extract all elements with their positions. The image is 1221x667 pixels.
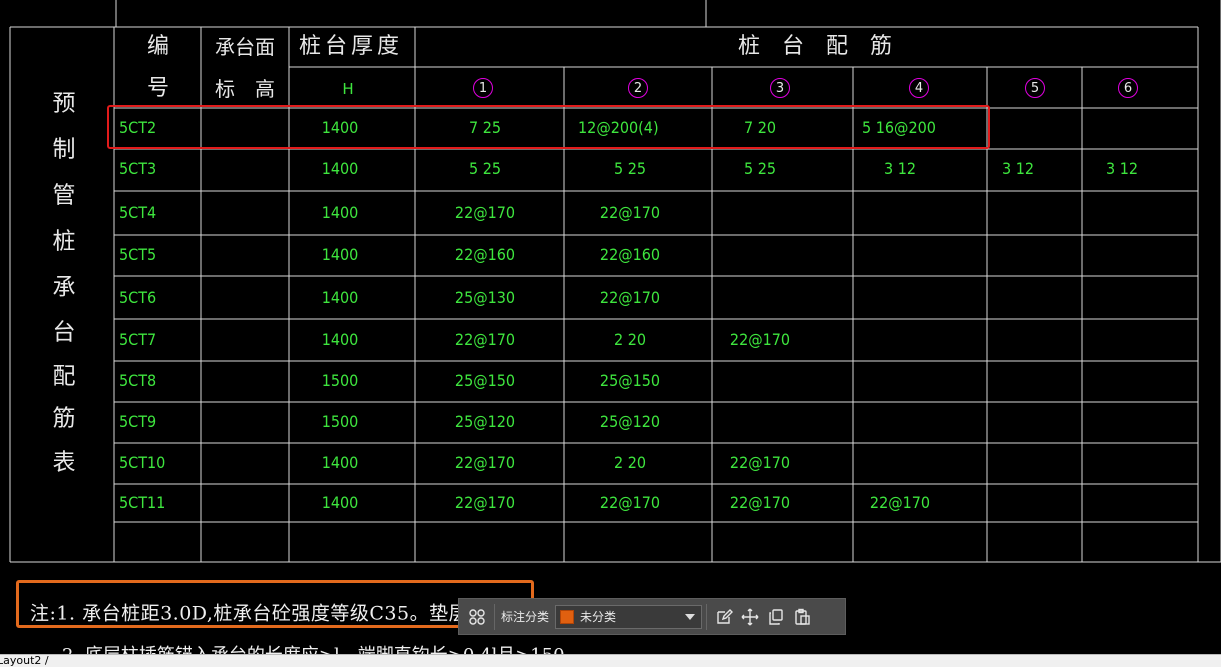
- header-elevation-bottom: 标 高: [215, 77, 275, 101]
- cell-thickness: 1400: [321, 159, 359, 178]
- cell-rebar-2: 22@160: [599, 245, 661, 264]
- rebar-number-1: 1: [473, 78, 493, 98]
- toolbar-separator: [706, 603, 708, 630]
- side-title-char: 承: [52, 274, 76, 301]
- cell-rebar-1: 25@120: [454, 412, 516, 431]
- cell-id: 5CT6: [119, 288, 157, 307]
- status-bar: Layout2 /: [0, 654, 1221, 667]
- cell-id: 5CT9: [119, 412, 157, 431]
- cell-id: 5CT10: [119, 453, 166, 472]
- cell-rebar-2: 22@170: [599, 203, 661, 222]
- cell-rebar-2: 2 20: [613, 453, 647, 472]
- cell-rebar-2: 22@170: [599, 288, 661, 307]
- side-title-char: 管: [52, 182, 76, 209]
- cell-thickness: 1400: [321, 493, 359, 512]
- rebar-number-2: 2: [628, 78, 648, 98]
- cell-rebar-2: 25@150: [599, 371, 661, 390]
- header-thickness: 桩台厚度: [298, 34, 404, 59]
- cell-rebar-3: 5 25: [743, 159, 777, 178]
- cell-thickness: 1400: [321, 203, 359, 222]
- cell-id: 5CT11: [119, 493, 166, 512]
- side-title-char: 筋: [52, 405, 76, 432]
- cell-thickness: 1400: [321, 330, 359, 349]
- header-thickness-h: H: [342, 80, 354, 98]
- annotation-category-value: 未分类: [580, 610, 617, 624]
- chevron-down-icon: [685, 613, 696, 620]
- rebar-number-3: 3: [770, 78, 790, 98]
- cad-canvas[interactable]: 预 制 管 桩 承 台 配 筋 表 编 号 承台面 标 高 桩台厚度 H 桩 台…: [0, 0, 1221, 667]
- edit-icon[interactable]: [711, 604, 737, 630]
- side-title-char: 表: [52, 449, 76, 476]
- cell-id: 5CT8: [119, 371, 157, 390]
- side-title-char: 配: [52, 363, 76, 390]
- cell-rebar-6: 3 12: [1106, 159, 1139, 178]
- selection-highlight-box: [107, 105, 990, 149]
- cell-rebar-1: 5 25: [468, 159, 502, 178]
- side-title-char: 台: [52, 319, 76, 346]
- header-id-bottom: 号: [146, 76, 170, 101]
- cell-thickness: 1400: [321, 453, 359, 472]
- cell-id: 5CT5: [119, 245, 157, 264]
- cell-rebar-3: 22@170: [729, 453, 791, 472]
- cell-rebar-1: 25@130: [454, 288, 516, 307]
- cell-thickness: 1400: [321, 288, 359, 307]
- annotation-toolbar: 标注分类 未分类: [458, 598, 846, 635]
- cell-rebar-1: 22@170: [454, 493, 516, 512]
- cell-rebar-1: 22@170: [454, 203, 516, 222]
- header-rebar: 桩 台 配 筋: [737, 34, 893, 59]
- toolbar-separator: [494, 603, 495, 630]
- cell-rebar-2: 2 20: [613, 330, 647, 349]
- cell-rebar-3: 22@170: [729, 493, 791, 512]
- header-id-top: 编: [146, 34, 170, 59]
- cell-rebar-3: 22@170: [729, 330, 791, 349]
- cell-rebar-4: 3 12: [883, 159, 917, 178]
- cell-rebar-5: 3 12: [1002, 159, 1035, 178]
- cell-id: 5CT4: [119, 203, 157, 222]
- cell-thickness: 1400: [321, 245, 359, 264]
- cell-rebar-1: 22@170: [454, 453, 516, 472]
- cell-rebar-2: 5 25: [613, 159, 647, 178]
- cell-rebar-4: 22@170: [869, 493, 931, 512]
- rebar-number-6: 6: [1118, 78, 1138, 98]
- table-grid-lines: [9, 0, 1221, 563]
- cell-id: 5CT7: [119, 330, 157, 349]
- annotation-category-select[interactable]: 未分类: [555, 604, 703, 629]
- grid-icon[interactable]: [464, 604, 490, 630]
- side-title-char: 桩: [52, 228, 76, 255]
- copy-icon[interactable]: [763, 604, 789, 630]
- cell-rebar-2: 25@120: [599, 412, 661, 431]
- side-title-char: 预: [52, 90, 76, 117]
- cell-rebar-1: 22@160: [454, 245, 516, 264]
- cell-rebar-1: 25@150: [454, 371, 516, 390]
- cell-thickness: 1500: [321, 371, 359, 390]
- rebar-number-4: 4: [909, 78, 929, 98]
- cell-id: 5CT3: [119, 159, 157, 178]
- cell-rebar-1: 22@170: [454, 330, 516, 349]
- side-title-char: 制: [52, 136, 76, 163]
- move-icon[interactable]: [737, 604, 763, 630]
- cell-thickness: 1500: [321, 412, 359, 431]
- rebar-number-5: 5: [1025, 78, 1045, 98]
- cell-rebar-2: 22@170: [599, 493, 661, 512]
- layout-tab[interactable]: Layout2 /: [0, 654, 49, 667]
- category-color-swatch: [560, 609, 575, 624]
- paste-icon[interactable]: [789, 604, 815, 630]
- annotation-category-label: 标注分类: [501, 610, 550, 624]
- header-elevation-top: 承台面: [215, 35, 275, 59]
